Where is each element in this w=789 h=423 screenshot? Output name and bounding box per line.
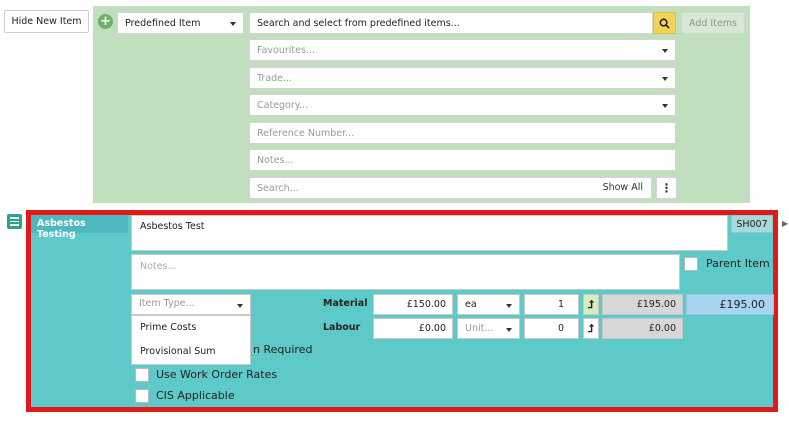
labour-apply-up-icon[interactable]: ⮥ [583,318,599,339]
plus-icon[interactable]: + [98,14,113,29]
notes-input[interactable]: Notes... [249,149,676,171]
trade-placeholder: Trade... [257,72,293,84]
item-code-badge: SH007 [731,215,773,233]
predefined-search-input[interactable]: Search and select from predefined items.… [249,12,653,34]
chevron-right-icon[interactable]: ▶ [782,219,788,228]
item-source-select[interactable]: Predefined Item [117,12,244,34]
filter-search-placeholder: Search... [257,182,299,194]
item-name-input[interactable]: Asbestos Test [131,215,728,251]
hide-new-item-button[interactable]: Hide New Item [4,10,89,33]
labour-total: £0.00 [602,318,683,339]
labour-price-input[interactable]: £0.00 [373,318,453,339]
hidden-option-label: n Required [253,343,313,356]
material-label: Material [323,298,368,309]
line-item-grand-total: £195.00 [686,294,774,315]
chevron-down-icon [662,104,668,108]
parent-item-label: Parent Item [706,257,770,270]
category-placeholder: Category... [257,99,309,111]
more-options-icon[interactable]: ⋮ [656,177,677,199]
hamburger-icon[interactable] [7,214,22,229]
chevron-down-icon [662,77,668,81]
show-all-link[interactable]: Show All [603,182,643,193]
item-type-dropdown: Prime Costs Provisional Sum [131,315,251,365]
chevron-down-icon [230,22,236,26]
material-total: £195.00 [602,294,683,315]
search-icon [659,18,670,29]
notes-placeholder: Notes... [257,154,294,166]
item-type-option-provisional-sum[interactable]: Provisional Sum [132,340,250,364]
labour-unit-placeholder: Unit... [465,323,494,334]
cis-applicable-checkbox[interactable] [135,389,149,403]
material-qty-input[interactable]: 1 [524,294,579,315]
favourites-placeholder: Favourites... [257,44,315,56]
add-items-button[interactable]: Add Items [681,12,745,34]
reference-placeholder: Reference Number... [257,127,355,139]
favourites-select[interactable]: Favourites... [249,39,676,61]
item-type-option-prime-costs[interactable]: Prime Costs [132,316,250,340]
parent-item-checkbox[interactable] [684,257,698,271]
chevron-down-icon [237,304,243,308]
material-apply-up-icon[interactable]: ⮥ [583,294,599,315]
item-type-select[interactable]: Item Type... [131,294,251,315]
chevron-down-icon [506,328,512,332]
labour-unit-select[interactable]: Unit... [457,318,520,339]
labour-qty-input[interactable]: 0 [524,318,579,339]
chevron-down-icon [506,304,512,308]
line-item-header: Asbestos Testing [31,215,128,240]
labour-label: Labour [323,322,361,333]
filter-search-input[interactable]: Search... Show All [249,177,652,199]
cis-applicable-label: CIS Applicable [156,389,235,402]
item-notes-input[interactable]: Notes... [131,254,680,290]
trade-select[interactable]: Trade... [249,67,676,89]
predefined-search-placeholder: Search and select from predefined items.… [257,17,460,29]
search-button[interactable] [653,12,676,34]
material-unit-value: ea [465,299,477,310]
item-source-value: Predefined Item [125,17,201,29]
material-price-input[interactable]: £150.00 [373,294,453,315]
work-order-rates-label: Use Work Order Rates [156,368,278,381]
reference-number-input[interactable]: Reference Number... [249,122,676,144]
category-select[interactable]: Category... [249,94,676,116]
chevron-down-icon [662,49,668,53]
material-unit-select[interactable]: ea [457,294,520,315]
work-order-rates-checkbox[interactable] [135,368,149,382]
item-type-placeholder: Item Type... [139,298,195,309]
